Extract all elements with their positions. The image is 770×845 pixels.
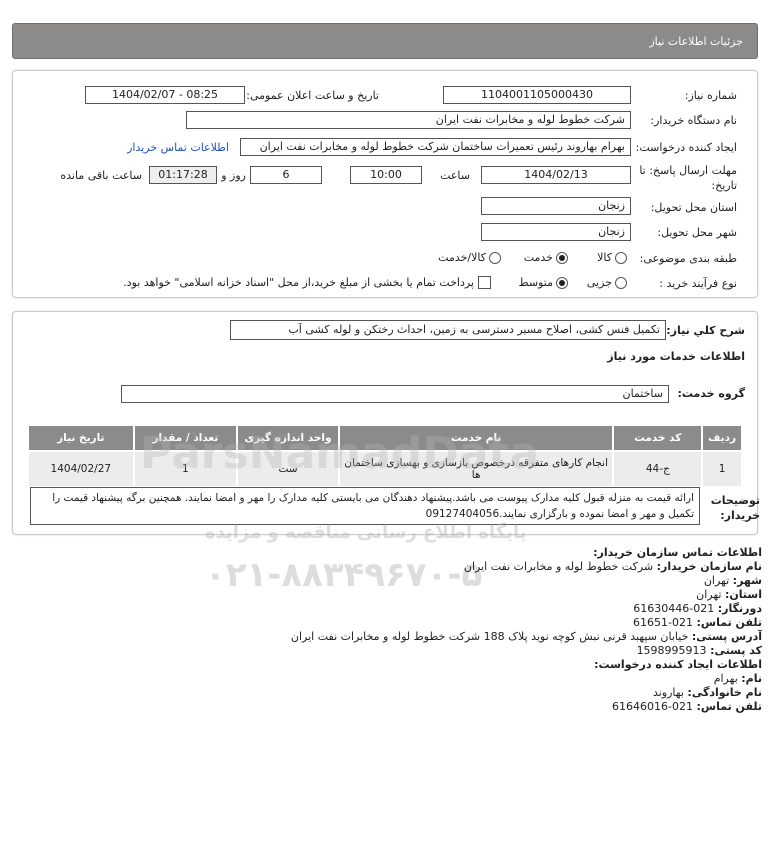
creator-family-label: نام خانوادگی:	[687, 686, 762, 699]
quantity-cell: 1	[132, 450, 239, 488]
creator-info-title: اطلاعات ایجاد کننده درخواست:	[594, 658, 762, 671]
deadline-date-label: تاریخ:	[711, 179, 737, 192]
creator-name-line: نام: بهرام	[714, 672, 762, 685]
buyer-contact-link[interactable]: اطلاعات تماس خریدار	[127, 141, 229, 154]
deadline-date-field: 1404/02/13	[481, 166, 631, 184]
row-number-cell: 1	[701, 450, 743, 488]
need-date-cell: 1404/02/27	[27, 450, 135, 488]
creator-label: ایجاد کننده درخواست:	[635, 141, 737, 154]
creator-field: بهرام بهاروند رئیس تعمیرات ساختمان شرکت …	[240, 138, 631, 156]
category-radio-service[interactable]	[556, 252, 568, 264]
remaining-label: ساعت باقی مانده	[60, 169, 142, 182]
page-title: جزئیات اطلاعات نیاز	[649, 35, 743, 48]
contact-city: تهران	[703, 574, 730, 587]
category-radio-goods[interactable]	[615, 252, 627, 264]
service-name-cell: انجام کارهای متفرقه درخصوص بازسازی و بهس…	[337, 450, 615, 488]
contact-phone-label: تلفن تماس:	[696, 616, 762, 629]
column-header-quantity: تعداد / مقدار	[132, 424, 239, 452]
contact-org-label: نام سازمان خریدار:	[656, 560, 762, 573]
category-option-service: خدمت	[523, 251, 553, 264]
need-summary-field: تکمیل فنس کشی، اصلاح مسیر دسترسی به زمین…	[230, 320, 666, 340]
contact-province: تهران	[696, 588, 722, 601]
page-header: جزئیات اطلاعات نیاز	[12, 23, 758, 59]
contact-phone: 021-61651	[633, 616, 694, 629]
category-label: طبقه بندی موضوعی:	[639, 252, 737, 265]
watermark-phone: ۰۲۱-۸۸۳۴۹۶۷۰-۵	[205, 555, 483, 595]
days-remaining-field: 6	[250, 166, 322, 184]
contact-city-line: شهر: تهران	[704, 574, 762, 587]
contact-fax-label: دورنگار:	[717, 602, 762, 615]
contact-address-label: آدرس پستی:	[691, 630, 762, 643]
contact-fax: 021-61630446	[633, 602, 715, 615]
creator-phone: 021-61646016	[612, 700, 694, 713]
column-header-service-name: نام خدمت	[337, 424, 615, 452]
treasury-payment-checkbox[interactable]	[478, 276, 491, 289]
need-number-label: شماره نیاز:	[684, 89, 737, 102]
need-number-field: 1104001105000430	[443, 86, 631, 104]
contact-fax-line: دورنگار: 021-61630446	[633, 602, 762, 615]
deadline-label: مهلت ارسال پاسخ: تا	[639, 164, 737, 177]
contact-address-line: آدرس پستی: خیابان سپهبد قرنی نبش کوچه نو…	[291, 630, 762, 643]
province-label: استان محل تحویل:	[650, 201, 737, 214]
process-radio-minor[interactable]	[615, 277, 627, 289]
buyer-notes-label-2: خریدار:	[720, 509, 760, 522]
city-field: زنجان	[481, 223, 631, 241]
creator-phone-line: تلفن تماس: 021-61646016	[612, 700, 762, 713]
service-group-field: ساختمان	[121, 385, 669, 403]
services-table: ردیف کد خدمت نام خدمت واحد اندازه گیری ت…	[27, 424, 743, 488]
days-label: روز و	[221, 169, 246, 182]
buyer-notes-label: توضیحات	[710, 494, 760, 507]
buyer-org-label: نام دستگاه خریدار:	[650, 114, 737, 127]
creator-family-line: نام خانوادگی: بهاروند	[653, 686, 762, 699]
category-radio-goods-service[interactable]	[489, 252, 501, 264]
table-header-row: ردیف کد خدمت نام خدمت واحد اندازه گیری ت…	[27, 424, 743, 452]
deadline-hour-label: ساعت	[440, 169, 470, 182]
service-code-cell: ج-44	[612, 450, 704, 488]
treasury-payment-note: پرداخت تمام یا بخشی از مبلغ خرید،از محل …	[123, 276, 474, 289]
city-label: شهر محل تحویل:	[657, 226, 737, 239]
remaining-time-field: 01:17:28	[149, 166, 217, 184]
contact-province-line: استان: تهران	[696, 588, 762, 601]
category-option-goods: کالا	[597, 251, 612, 264]
category-option-goods-service: کالا/خدمت	[438, 251, 486, 264]
contact-org: شرکت خطوط لوله و مخابرات نفت ایران	[463, 560, 654, 573]
buyer-notes-field: ارائه قیمت به منزله قبول کلیه مدارک پیوس…	[30, 487, 700, 525]
announce-date-field: 1404/02/07 - 08:25	[85, 86, 245, 104]
creator-family: بهاروند	[652, 686, 684, 699]
service-group-label: گروه خدمت:	[677, 387, 745, 400]
contact-postal-label: کد پستی:	[710, 644, 762, 657]
contact-province-label: استان:	[725, 588, 762, 601]
contact-phone-line: تلفن تماس: 021-61651	[633, 616, 762, 629]
column-header-service-code: کد خدمت	[612, 424, 704, 452]
column-header-need-date: تاریخ نیاز	[27, 424, 135, 452]
table-row: 1 ج-44 انجام کارهای متفرقه درخصوص بازساز…	[27, 450, 743, 488]
creator-name: بهرام	[713, 672, 738, 685]
process-radio-medium[interactable]	[556, 277, 568, 289]
process-option-medium: متوسط	[518, 276, 553, 289]
buyer-org-field: شرکت خطوط لوله و مخابرات نفت ایران	[186, 111, 631, 129]
contact-city-label: شهر:	[732, 574, 762, 587]
announce-label: تاریخ و ساعت اعلان عمومی:	[246, 89, 379, 102]
contact-address: خیابان سپهبد قرنی نبش کوچه نوید پلاک 188…	[290, 630, 689, 643]
deadline-time-field: 10:00	[350, 166, 422, 184]
need-summary-label: شرح کلي نياز:	[666, 324, 745, 337]
contact-title: اطلاعات تماس سازمان خریدار:	[593, 546, 762, 559]
creator-phone-label: تلفن تماس:	[696, 700, 762, 713]
column-header-row-number: ردیف	[701, 424, 743, 452]
province-field: زنجان	[481, 197, 631, 215]
services-section-title: اطلاعات خدمات مورد نیاز	[607, 350, 745, 363]
contact-org-line: نام سازمان خریدار: شرکت خطوط لوله و مخاب…	[464, 560, 762, 573]
column-header-unit: واحد اندازه گیری	[236, 424, 340, 452]
need-details-panel: شماره نیاز: 1104001105000430 تاریخ و ساع…	[12, 70, 758, 298]
unit-cell: ست	[236, 450, 340, 488]
contact-postal-line: کد پستی: 1598995913	[637, 644, 762, 657]
creator-name-label: نام:	[741, 672, 762, 685]
contact-postal: 1598995913	[636, 644, 707, 657]
process-label: نوع فرآیند خرید :	[659, 277, 737, 290]
process-option-minor: جزیی	[586, 276, 612, 289]
